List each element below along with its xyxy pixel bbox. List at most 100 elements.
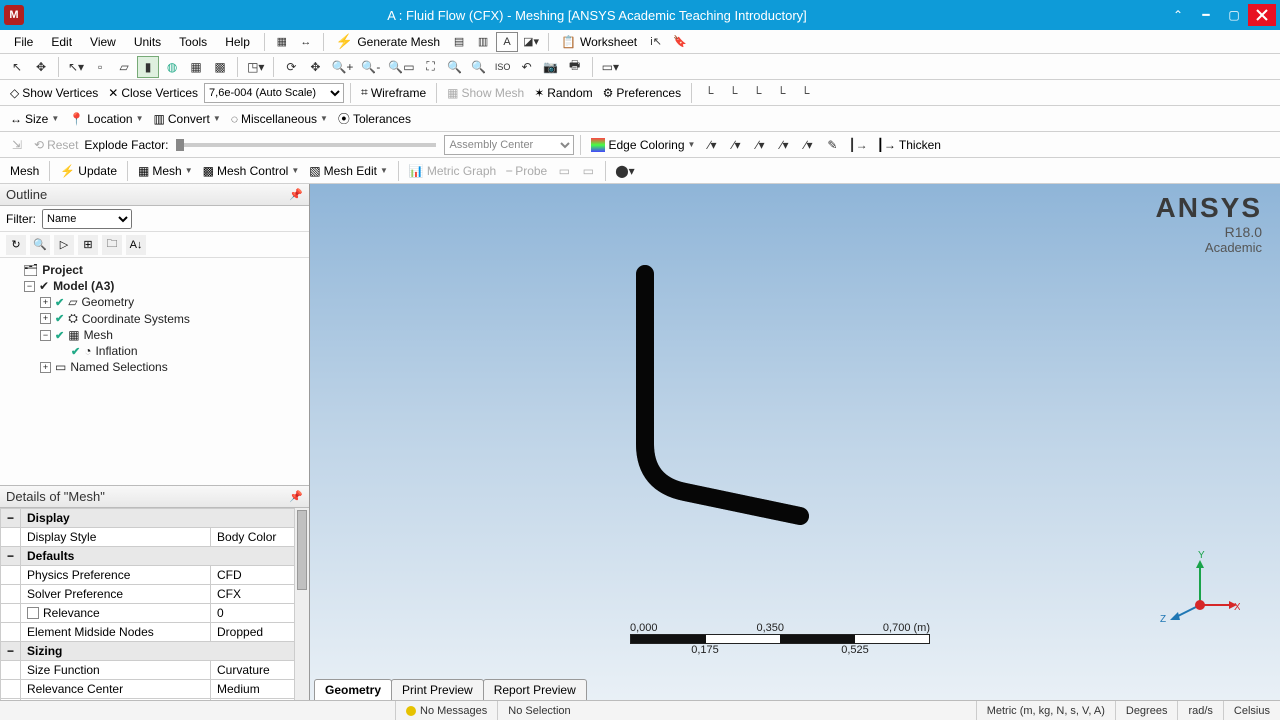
close-button[interactable]	[1248, 4, 1276, 26]
worksheet-button[interactable]: 📋Worksheet	[555, 33, 643, 51]
auto-scale-select[interactable]: 7,6e-004 (Auto Scale)	[204, 83, 344, 103]
close-vertices-button[interactable]: ✕ Close Vertices	[104, 84, 202, 102]
pin-icon[interactable]: 📌	[289, 490, 303, 503]
menu-units[interactable]: Units	[126, 32, 169, 52]
select-vertex-icon[interactable]: ▫	[89, 56, 111, 78]
zoom-sel-icon[interactable]: 🔍	[444, 56, 466, 78]
filter-select[interactable]: Name	[42, 209, 132, 229]
tree-mesh[interactable]: −✔▦ Mesh	[40, 327, 305, 343]
menu-edit[interactable]: Edit	[43, 32, 80, 52]
zoom-out-icon[interactable]: 🔍-	[358, 56, 383, 78]
axis-btn-4[interactable]: └	[770, 82, 792, 104]
group-toggle[interactable]: −	[1, 547, 21, 566]
select-ext-icon[interactable]: ▩	[209, 56, 231, 78]
zoom-in-icon[interactable]: 🔍+	[328, 56, 356, 78]
toolbar-icon[interactable]: ↔	[295, 32, 317, 52]
mesh-dd[interactable]: ▦ Mesh ▼	[134, 162, 197, 180]
generate-mesh-button[interactable]: ⚡Generate Mesh	[330, 31, 446, 52]
tree-project[interactable]: 🗂 Project	[8, 262, 305, 278]
menu-file[interactable]: File	[6, 32, 41, 52]
pin-icon[interactable]: 📌	[289, 188, 303, 201]
convert-dd[interactable]: ▥ Convert ▼	[150, 110, 225, 128]
wireframe-button[interactable]: ⌗ Wireframe	[357, 83, 430, 102]
tab-geometry[interactable]: Geometry	[314, 679, 392, 700]
outline-play-icon[interactable]: ▷	[54, 235, 74, 255]
select-cursor-icon[interactable]: ↖	[6, 56, 28, 78]
preferences-button[interactable]: ⚙ Preferences	[599, 84, 685, 102]
tree-geometry[interactable]: +✔▱ Geometry	[40, 294, 305, 310]
thicken-button[interactable]: ┃→ Thicken	[873, 136, 945, 154]
rotate-icon[interactable]: ⟳	[280, 56, 302, 78]
select-body-icon[interactable]: ◍	[161, 56, 183, 78]
axis-btn-5[interactable]: └	[794, 82, 816, 104]
location-dd[interactable]: 📍 Location ▼	[65, 110, 147, 128]
scrollbar-thumb[interactable]	[297, 510, 307, 590]
minimize-button[interactable]: ━	[1192, 4, 1220, 26]
select-edge-icon[interactable]: ▱	[113, 56, 135, 78]
outline-color-icon[interactable]: 🗀	[102, 235, 122, 255]
edge-style-1[interactable]: ∕▾	[701, 134, 723, 156]
edge-style-2[interactable]: ∕▾	[725, 134, 747, 156]
axis-btn-3[interactable]: └	[746, 82, 768, 104]
outline-refresh-icon[interactable]: ↻	[6, 235, 26, 255]
tab-report-preview[interactable]: Report Preview	[483, 679, 587, 700]
zoom-fit-icon[interactable]: ⛶	[420, 56, 442, 78]
zoom-box-icon[interactable]: 🔍▭	[385, 56, 417, 78]
axis-btn-2[interactable]: └	[722, 82, 744, 104]
explode-slider[interactable]	[176, 143, 436, 147]
prev-view-icon[interactable]: ↶	[516, 56, 538, 78]
select-box-icon[interactable]: ▦	[185, 56, 207, 78]
select-face-icon[interactable]: ▮	[137, 56, 159, 78]
edge-dir-icon[interactable]: ┃→	[845, 134, 870, 156]
outline-expand-icon[interactable]: ⊞	[78, 235, 98, 255]
view-mode-dd[interactable]: ▭▾	[599, 56, 622, 78]
select-measure-icon[interactable]: ✥	[30, 56, 52, 78]
group-toggle[interactable]: −	[1, 642, 21, 661]
show-vertices-button[interactable]: ◇ Show Vertices	[6, 84, 102, 102]
toolbar-icon[interactable]: ▤	[448, 32, 470, 52]
axis-btn-1[interactable]: └	[698, 82, 720, 104]
tree-coord-systems[interactable]: +✔⛭ Coordinate Systems	[40, 310, 305, 327]
details-scrollbar[interactable]	[294, 508, 309, 700]
cursor-info-icon[interactable]: i↖	[645, 32, 667, 52]
annotation-icon[interactable]: A	[496, 32, 518, 52]
toolbar-icon[interactable]: ▥	[472, 32, 494, 52]
select-arrow-dd[interactable]: ↖▾	[65, 56, 87, 78]
update-button[interactable]: ⚡Update	[56, 162, 121, 180]
toolbar-icon[interactable]: ▦	[271, 32, 293, 52]
image-capture-icon[interactable]: 📷	[540, 56, 562, 78]
ribbon-toggle-button[interactable]: ⌃	[1164, 4, 1192, 26]
graphics-viewport[interactable]: ANSYS R18.0 Academic 0,000 0,350 0,700 (…	[310, 184, 1280, 700]
status-messages[interactable]: No Messages	[395, 701, 497, 720]
menu-help[interactable]: Help	[217, 32, 258, 52]
tree-model[interactable]: −✔ Model (A3)	[24, 278, 305, 294]
edge-style-5[interactable]: ∕▾	[797, 134, 819, 156]
mesh-tab[interactable]: Mesh	[6, 162, 43, 180]
size-dd[interactable]: ↔ Size ▼	[6, 110, 63, 128]
orientation-triad[interactable]: Y X Z	[1160, 550, 1240, 630]
group-toggle[interactable]: −	[1, 509, 21, 528]
menu-view[interactable]: View	[82, 32, 124, 52]
edge-coloring-dd[interactable]: Edge Coloring ▼	[587, 136, 699, 154]
select-mode-dd[interactable]: ◳▾	[244, 56, 267, 78]
misc-dd[interactable]: ◌ Miscellaneous ▼	[227, 110, 332, 128]
details-grid[interactable]: −Display Display StyleBody Color −Defaul…	[0, 508, 309, 700]
mesh-control-dd[interactable]: ▩ Mesh Control ▼	[199, 162, 304, 180]
slider-thumb[interactable]	[176, 139, 184, 151]
mesh-edit-dd[interactable]: ▧ Mesh Edit ▼	[305, 162, 392, 180]
relevance-checkbox[interactable]	[27, 607, 39, 619]
edge-style-3[interactable]: ∕▾	[749, 134, 771, 156]
menu-tools[interactable]: Tools	[171, 32, 215, 52]
assembly-center-select[interactable]: Assembly Center	[444, 135, 574, 155]
toolbar-icon[interactable]: ◪▾	[520, 32, 542, 52]
tree-inflation[interactable]: ✔◔ Inflation	[56, 343, 305, 359]
outline-tree[interactable]: 🗂 Project −✔ Model (A3) +✔▱ Geometry +✔⛭…	[0, 258, 309, 485]
maximize-button[interactable]: ▢	[1220, 4, 1248, 26]
pan-icon[interactable]: ✥	[304, 56, 326, 78]
outline-search-icon[interactable]: 🔍	[30, 235, 50, 255]
iso-view-icon[interactable]: ISO	[492, 56, 514, 78]
outline-sort-icon[interactable]: A↓	[126, 235, 146, 255]
random-color-button[interactable]: ✶ Random	[530, 84, 596, 102]
shade-dd[interactable]: ⬤▾	[612, 160, 637, 182]
print-icon[interactable]: 🖶	[564, 56, 586, 78]
